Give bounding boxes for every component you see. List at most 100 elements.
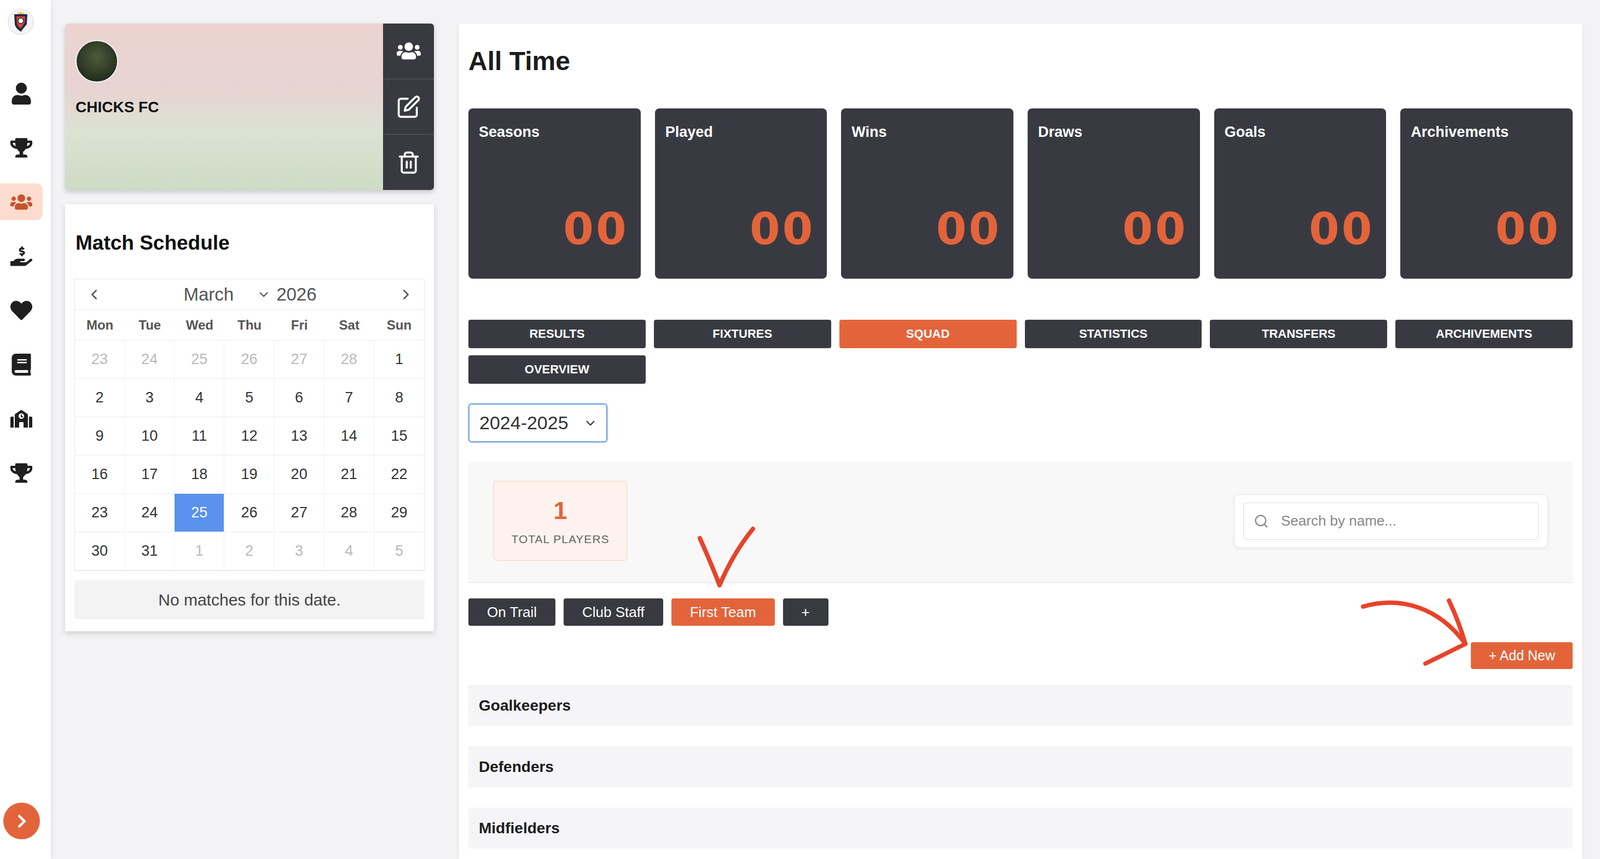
calendar-day[interactable]: 26 — [224, 493, 275, 532]
group-tab[interactable]: + — [783, 598, 829, 626]
add-new-button[interactable]: + Add New — [1470, 641, 1573, 669]
sidebar-item[interactable] — [0, 454, 43, 491]
tab-bar: RESULTSFIXTURESSQUADSTATISTICSTRANSFERSA… — [468, 319, 1573, 384]
calendar-day[interactable]: 25 — [174, 340, 225, 379]
weekday-label: Mon — [74, 309, 125, 341]
team-card: CHICKS FC — [65, 23, 434, 190]
calendar-day[interactable]: 12 — [224, 416, 275, 456]
tab[interactable]: STATISTICS — [1024, 319, 1203, 349]
calendar: March2026MonTueWedThuFriSatSun2324252627… — [74, 278, 425, 571]
calendar-day[interactable]: 18 — [174, 455, 225, 494]
calendar-day[interactable]: 3 — [274, 531, 325, 571]
search-input[interactable]: Search by name... — [1243, 502, 1539, 540]
total-players-label: TOTAL PLAYERS — [511, 532, 610, 546]
calendar-day[interactable]: 10 — [124, 416, 175, 456]
calendar-day[interactable]: 4 — [324, 531, 375, 571]
calendar-day[interactable]: 27 — [274, 493, 325, 532]
calendar-day[interactable]: 21 — [324, 455, 375, 494]
calendar-day[interactable]: 19 — [224, 455, 275, 494]
calendar-day[interactable]: 3 — [124, 378, 175, 417]
calendar-day[interactable]: 8 — [374, 378, 425, 417]
calendar-day[interactable]: 1 — [174, 531, 225, 571]
calendar-day[interactable]: 22 — [374, 455, 425, 494]
stat-value: 00 — [749, 207, 815, 252]
calendar-day[interactable]: 23 — [74, 493, 125, 532]
calendar-day[interactable]: 5 — [374, 531, 425, 571]
calendar-day[interactable]: 23 — [74, 340, 125, 379]
calendar-day[interactable]: 28 — [324, 493, 375, 532]
stat-value: 00 — [936, 207, 1002, 252]
month-dropdown[interactable] — [256, 287, 271, 302]
chevron-right-icon — [397, 286, 415, 303]
cup-icon — [10, 461, 33, 484]
month-select[interactable]: March — [183, 283, 234, 305]
tab[interactable]: SQUAD — [839, 319, 1017, 349]
calendar-day[interactable]: 20 — [274, 455, 325, 494]
next-month-button[interactable] — [397, 286, 415, 303]
calendar-day[interactable]: 9 — [74, 416, 125, 456]
calendar-day[interactable]: 11 — [174, 416, 225, 456]
calendar-day[interactable]: 5 — [224, 378, 275, 417]
calendar-day[interactable]: 24 — [124, 493, 175, 532]
calendar-day[interactable]: 14 — [324, 416, 375, 456]
sidebar-item[interactable] — [0, 129, 43, 166]
calendar-day[interactable]: 30 — [74, 531, 125, 571]
calendar-day[interactable]: 4 — [174, 378, 225, 417]
calendar-day[interactable]: 31 — [124, 531, 175, 571]
chevron-left-icon — [85, 286, 103, 303]
calendar-day[interactable]: 24 — [124, 340, 175, 379]
expand-sidebar-button[interactable] — [3, 802, 40, 839]
calendar-day[interactable]: 16 — [74, 455, 125, 494]
season-select[interactable]: 2024-2025 — [468, 403, 608, 443]
calendar-day[interactable]: 17 — [124, 455, 175, 494]
sidebar-item[interactable] — [0, 183, 43, 220]
year-select[interactable]: 2026 — [276, 283, 317, 305]
chevron-down-icon — [256, 287, 271, 302]
stat-label: Played — [665, 123, 816, 141]
sidebar-item[interactable] — [0, 74, 43, 112]
sidebar-item[interactable] — [0, 291, 43, 329]
calendar-day[interactable]: 13 — [274, 416, 325, 456]
stat-label: Goals — [1224, 123, 1375, 141]
sidebar-item[interactable] — [0, 237, 43, 275]
weekday-label: Wed — [174, 309, 225, 341]
month-picker: March 2026 — [183, 283, 317, 305]
tab[interactable]: OVERVIEW — [468, 355, 646, 384]
calendar-header: March 2026 — [74, 279, 425, 310]
tab[interactable]: TRANSFERS — [1209, 319, 1388, 349]
stat-label: Wins — [851, 123, 1002, 141]
calendar-day[interactable]: 27 — [274, 340, 325, 379]
calendar-day[interactable]: 1 — [374, 340, 425, 379]
group-tab[interactable]: Club Staff — [563, 598, 664, 626]
sidebar-item[interactable] — [0, 400, 43, 437]
book-icon — [10, 353, 33, 376]
tab[interactable]: RESULTS — [468, 319, 646, 349]
calendar-day[interactable]: 7 — [324, 378, 375, 417]
group-tab[interactable]: First Team — [671, 598, 775, 626]
team-banner: CHICKS FC — [65, 23, 384, 190]
calendar-day[interactable]: 29 — [374, 493, 425, 532]
weekday-label: Thu — [224, 309, 275, 341]
chevron-down-icon — [583, 415, 598, 431]
app-logo[interactable] — [4, 5, 38, 39]
calendar-day[interactable]: 2 — [74, 378, 125, 417]
calendar-day[interactable]: 28 — [324, 340, 375, 379]
members-button[interactable] — [383, 23, 434, 79]
section-header: Goalkeepers — [468, 684, 1573, 726]
edit-button[interactable] — [383, 78, 434, 135]
sidebar-item[interactable] — [0, 345, 43, 383]
stat-label: Archivements — [1410, 123, 1561, 141]
match-schedule: Match ScheduleMarch2026MonTueWedThuFriSa… — [65, 204, 434, 631]
stat-card: Archivements00 — [1400, 108, 1573, 279]
stat-label: Draws — [1038, 123, 1188, 141]
calendar-day[interactable]: 15 — [374, 416, 425, 456]
calendar-day[interactable]: 25 — [174, 493, 225, 532]
delete-button[interactable] — [383, 134, 434, 190]
calendar-day[interactable]: 2 — [224, 531, 275, 571]
tab[interactable]: FIXTURES — [653, 319, 832, 349]
previous-month-button[interactable] — [85, 286, 103, 303]
calendar-day[interactable]: 6 — [274, 378, 325, 417]
calendar-day[interactable]: 26 — [224, 340, 275, 379]
group-tab[interactable]: On Trail — [468, 598, 556, 626]
tab[interactable]: ARCHIVEMENTS — [1395, 319, 1573, 349]
